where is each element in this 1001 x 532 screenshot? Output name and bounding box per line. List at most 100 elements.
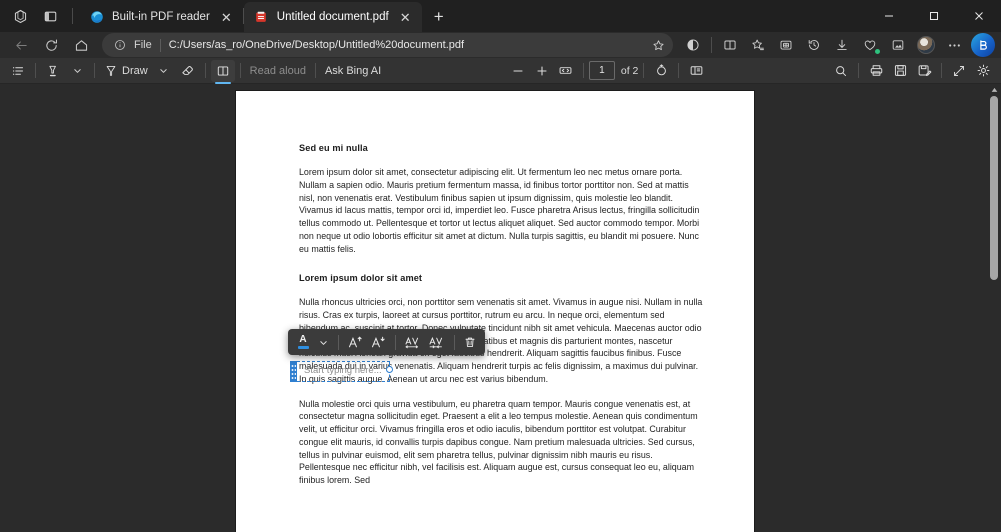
highlight-icon[interactable] [41, 60, 65, 82]
toolbar-divider [711, 37, 712, 53]
draw-button[interactable]: Draw [100, 60, 152, 82]
pdf-toolbar-divider-2 [94, 63, 95, 78]
print-icon[interactable] [864, 60, 888, 82]
info-circle-icon[interactable] [112, 37, 128, 53]
pdf-toolbar-divider-6 [583, 63, 584, 78]
copilot-button[interactable] [971, 33, 995, 57]
color-swatch-bar [298, 346, 309, 349]
window-controls [866, 0, 1001, 32]
text-annotation-box[interactable]: Start typing here... [292, 361, 390, 382]
fullscreen-icon[interactable] [947, 60, 971, 82]
address-bar[interactable]: File C:/Users/as_ro/OneDrive/Desktop/Unt… [102, 33, 673, 57]
titlebar-divider [72, 8, 73, 24]
pdf-toolbar: Draw Read aloud Ask Bing AI 1 of 2 [0, 58, 1001, 84]
edge-icon [89, 10, 104, 25]
pdf-toolbar-divider-3 [205, 63, 206, 78]
draw-label: Draw [122, 65, 148, 77]
browser-essentials-icon[interactable] [679, 33, 707, 57]
zoom-in-button[interactable] [530, 60, 554, 82]
document-heading: Lorem ipsum dolor sit amet [299, 273, 704, 283]
document-paragraph: Lorem ipsum dolor sit amet, consectetur … [299, 166, 704, 255]
screenshot-icon[interactable] [884, 33, 912, 57]
minimize-button[interactable] [866, 0, 911, 32]
scrollbar-thumb[interactable] [990, 96, 998, 280]
pdf-toolbar-divider-5 [315, 63, 316, 78]
save-icon[interactable] [888, 60, 912, 82]
zoom-out-button[interactable] [506, 60, 530, 82]
page-layout-icon[interactable] [684, 60, 708, 82]
fit-to-page-button[interactable] [554, 60, 578, 82]
document-heading: Sed eu mi nulla [299, 143, 704, 153]
tab-title: Untitled document.pdf [277, 11, 389, 23]
pdf-toolbar-divider-10 [941, 63, 942, 78]
font-color-button[interactable]: A [293, 332, 313, 353]
pdf-toolbar-divider-7 [643, 63, 644, 78]
downloads-icon[interactable] [828, 33, 856, 57]
pdf-page-content: Sed eu mi nulla Lorem ipsum dolor sit am… [236, 91, 754, 487]
erase-icon[interactable] [176, 60, 200, 82]
add-favorite-icon[interactable] [744, 33, 772, 57]
tab-strip: Built-in PDF reader ✕ Untitled document.… [79, 0, 866, 32]
address-divider [160, 39, 161, 52]
home-icon[interactable] [66, 33, 96, 57]
increase-letter-spacing-button[interactable] [401, 332, 425, 353]
document-paragraph: Nulla molestie orci quis urna vestibulum… [299, 398, 704, 487]
browser-toolbar: File C:/Users/as_ro/OneDrive/Desktop/Unt… [0, 32, 1001, 58]
annotation-drag-handle[interactable] [290, 361, 297, 382]
increase-font-size-button[interactable] [344, 332, 367, 353]
vertical-scrollbar[interactable] [988, 84, 1001, 532]
annotation-toolbar-divider-2 [395, 335, 396, 350]
history-icon[interactable] [800, 33, 828, 57]
ask-bing-ai-button[interactable]: Ask Bing AI [321, 60, 385, 82]
font-color-dropdown-caret[interactable] [313, 332, 333, 353]
save-as-icon[interactable] [912, 60, 936, 82]
page-total-label: of 2 [621, 65, 639, 77]
profile-avatar[interactable] [912, 33, 940, 57]
search-icon[interactable] [829, 60, 853, 82]
tab-actions-icon[interactable] [36, 3, 64, 29]
tab-close-icon[interactable]: ✕ [218, 9, 235, 26]
add-text-button[interactable] [211, 60, 235, 82]
collections-icon[interactable] [772, 33, 800, 57]
new-tab-button[interactable]: + [424, 3, 454, 31]
pdf-icon [254, 10, 269, 25]
page-number-input[interactable]: 1 [589, 61, 615, 80]
refresh-icon[interactable] [36, 33, 66, 57]
pdf-toolbar-divider [35, 63, 36, 78]
pdf-toolbar-divider-9 [858, 63, 859, 78]
decrease-font-size-button[interactable] [367, 332, 390, 353]
settings-gear-icon[interactable] [971, 60, 995, 82]
tab-title: Built-in PDF reader [112, 11, 210, 23]
rotate-icon[interactable] [649, 60, 673, 82]
annotation-placeholder-text[interactable]: Start typing here... [304, 365, 382, 376]
annotation-format-toolbar: A [288, 329, 485, 355]
tab-close-icon[interactable]: ✕ [397, 9, 414, 26]
browser-tab[interactable]: Built-in PDF reader ✕ [79, 2, 243, 32]
highlight-dropdown-caret[interactable] [65, 60, 89, 82]
copilot-cube-icon[interactable] [6, 3, 34, 29]
pdf-page[interactable]: Sed eu mi nulla Lorem ipsum dolor sit am… [236, 91, 754, 532]
split-screen-icon[interactable] [716, 33, 744, 57]
pdf-toolbar-divider-4 [240, 63, 241, 78]
address-url-text[interactable]: C:/Users/as_ro/OneDrive/Desktop/Untitled… [169, 39, 647, 51]
scroll-up-arrow-icon[interactable] [988, 84, 1001, 95]
table-of-contents-icon[interactable] [6, 60, 30, 82]
read-aloud-button[interactable]: Read aloud [246, 60, 310, 82]
delete-annotation-button[interactable] [460, 332, 480, 353]
browser-tab-active[interactable]: Untitled document.pdf ✕ [244, 2, 422, 32]
font-color-swatch: A [298, 335, 309, 349]
drag-handle-dots [291, 364, 296, 379]
settings-more-icon[interactable] [940, 33, 968, 57]
close-window-button[interactable] [956, 0, 1001, 32]
extension-status-dot [875, 49, 880, 54]
extensions-icon[interactable] [856, 33, 884, 57]
maximize-button[interactable] [911, 0, 956, 32]
draw-dropdown-caret[interactable] [152, 60, 176, 82]
decrease-letter-spacing-button[interactable] [425, 332, 449, 353]
star-icon[interactable] [647, 34, 669, 56]
back-arrow-icon[interactable] [6, 33, 36, 57]
pdf-toolbar-divider-8 [678, 63, 679, 78]
annotation-toolbar-divider-3 [454, 335, 455, 350]
toolbar-action-icons [679, 33, 995, 57]
annotation-rotate-handle[interactable] [386, 366, 393, 373]
